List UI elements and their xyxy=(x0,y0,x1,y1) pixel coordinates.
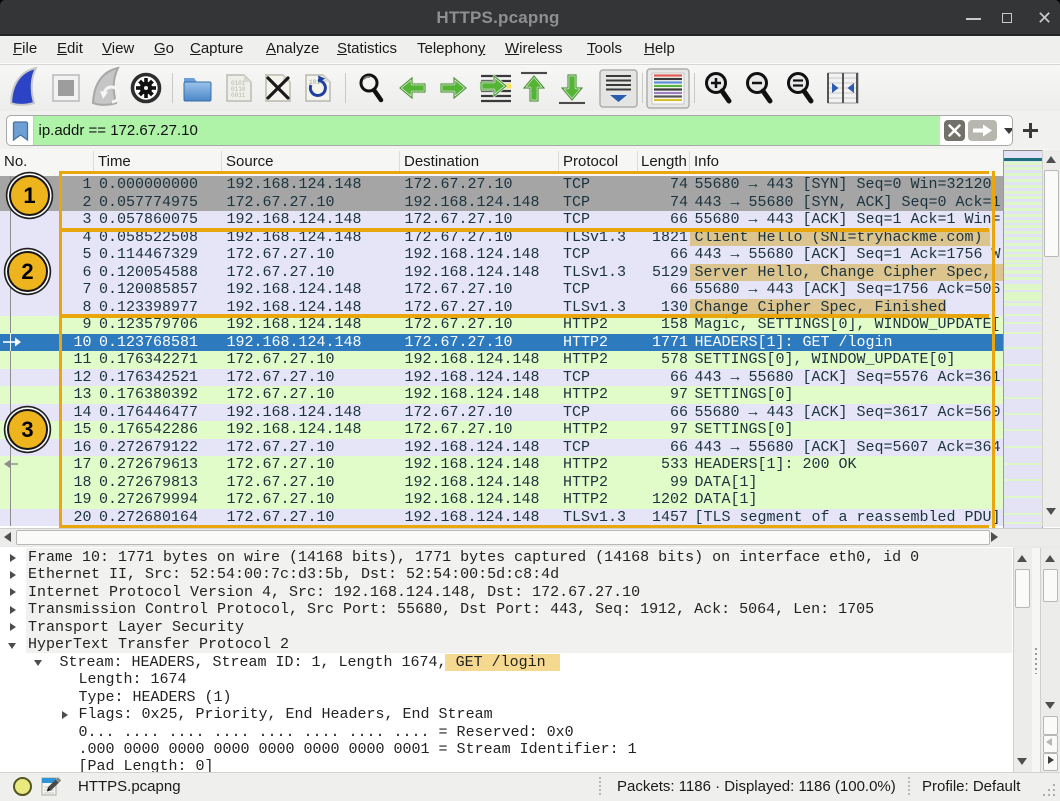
svg-text:0011: 0011 xyxy=(231,92,246,99)
